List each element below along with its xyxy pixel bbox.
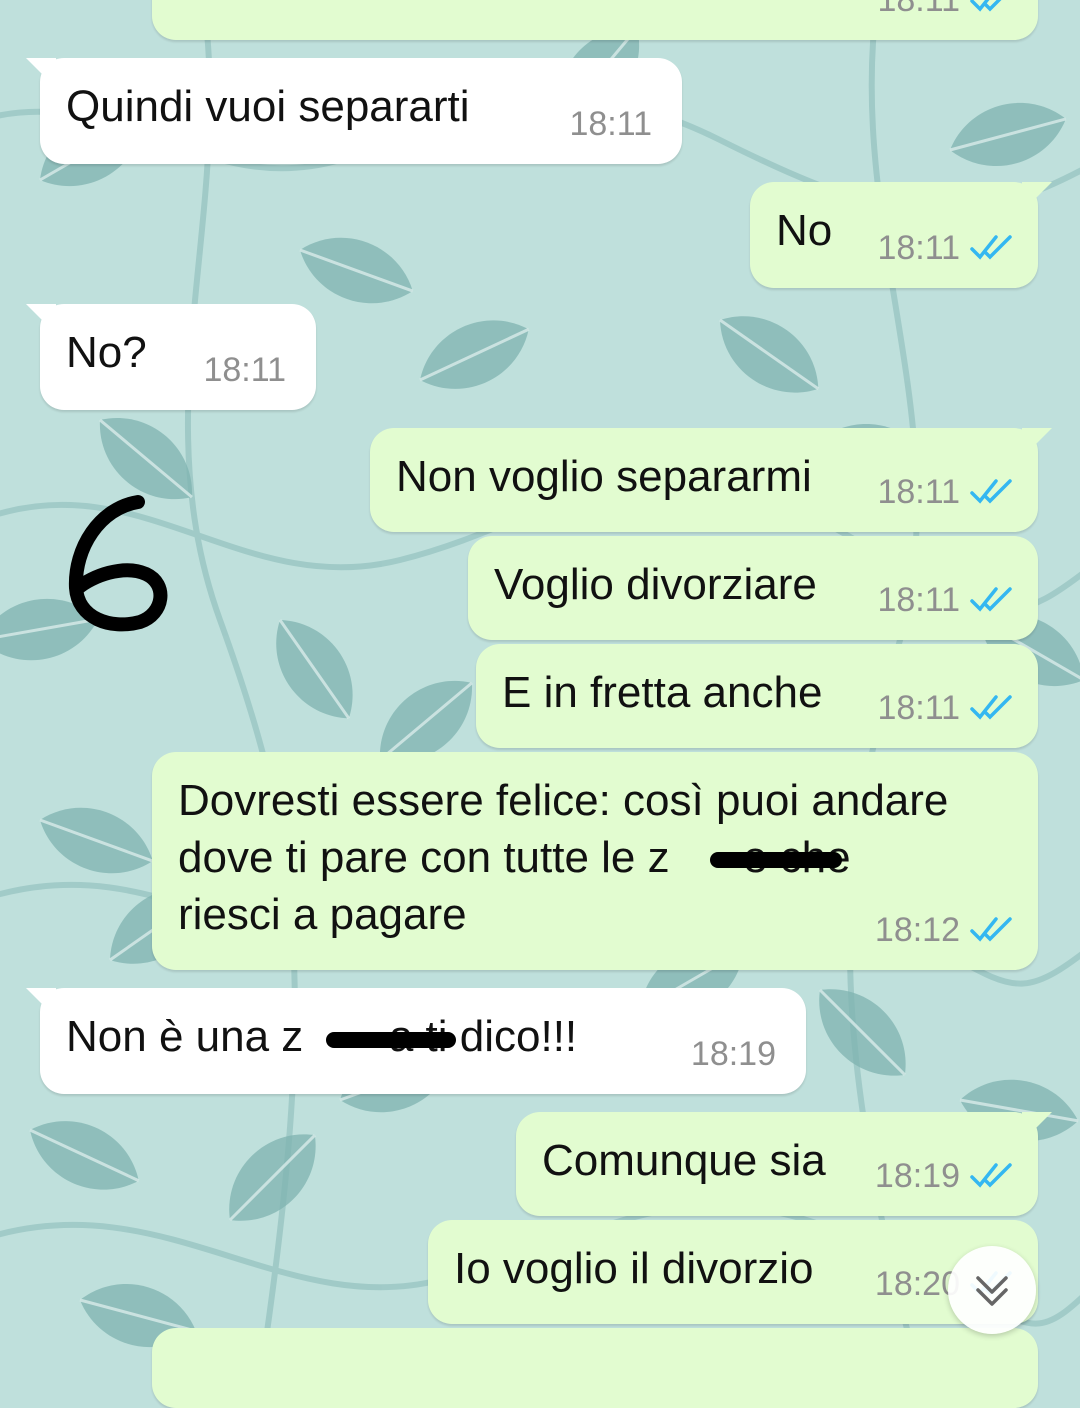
message-line: riesci a pagare xyxy=(178,890,467,939)
message-text: Voglio divorziare xyxy=(494,560,817,609)
message-time: 18:11 xyxy=(203,351,286,389)
message-time: 18:20 xyxy=(874,1265,960,1303)
message-time: 18:11 xyxy=(877,0,960,19)
message-text: Quindi vuoi separarti xyxy=(66,82,470,131)
read-ticks-icon xyxy=(970,917,1012,942)
message-time: 18:11 xyxy=(877,229,960,267)
message-time: 18:11 xyxy=(877,689,960,727)
read-ticks-icon xyxy=(970,235,1012,260)
scroll-to-bottom-button[interactable] xyxy=(948,1246,1036,1334)
message-bubble-outgoing[interactable]: Io voglio il divorzio 18:20 xyxy=(428,1220,1038,1324)
bubble-tail xyxy=(26,58,56,88)
redaction-scribble xyxy=(326,1032,456,1048)
message-bubble-outgoing-partial[interactable]: 18:11 xyxy=(152,0,1038,40)
message-bubble-incoming[interactable]: No? 18:11 xyxy=(26,304,316,410)
bubble-tail xyxy=(1022,182,1052,212)
message-line: Dovresti essere felice: così puoi andare xyxy=(178,776,949,825)
read-ticks-icon xyxy=(970,1163,1012,1188)
message-list[interactable]: 18:11 Quindi vuoi separarti 18:11 No 18:… xyxy=(0,0,1080,1408)
message-bubble-outgoing[interactable]: No 18:11 xyxy=(750,182,1052,288)
bubble-tail xyxy=(1022,428,1052,458)
redaction-scribble xyxy=(710,852,842,868)
message-text: E in fretta anche xyxy=(502,668,823,717)
message-text: No? xyxy=(66,328,147,377)
message-bubble-incoming[interactable]: Non è una z a ti dico!!! 18:19 xyxy=(26,988,806,1094)
message-time: 18:11 xyxy=(569,105,652,143)
message-text: No xyxy=(776,206,833,255)
message-bubble-outgoing[interactable]: Comunque sia 18:19 xyxy=(516,1112,1052,1216)
message-text: Io voglio il divorzio xyxy=(454,1244,814,1293)
read-ticks-icon xyxy=(970,695,1012,720)
bubble-tail xyxy=(1022,1112,1052,1142)
message-text: Comunque sia xyxy=(542,1136,826,1185)
read-ticks-icon xyxy=(970,479,1012,504)
message-text: Non è una z a ti dico!!! xyxy=(66,1012,578,1061)
message-bubble-outgoing[interactable]: Voglio divorziare 18:11 xyxy=(468,536,1038,640)
message-time: 18:12 xyxy=(874,911,960,949)
message-bubble-outgoing[interactable]: Dovresti essere felice: così puoi andare… xyxy=(152,752,1038,970)
message-text: Non voglio separarmi xyxy=(396,452,812,501)
read-ticks-icon xyxy=(970,587,1012,612)
message-time: 18:19 xyxy=(690,1035,776,1073)
message-time: 18:19 xyxy=(874,1157,960,1195)
message-bubble-outgoing[interactable]: E in fretta anche 18:11 xyxy=(476,644,1038,748)
message-bubble-outgoing[interactable]: Non voglio separarmi 18:11 xyxy=(370,428,1052,532)
read-ticks-icon xyxy=(970,0,1002,12)
message-time: 18:11 xyxy=(877,473,960,511)
handwritten-annotation: 6 xyxy=(68,495,168,632)
message-time: 18:11 xyxy=(877,581,960,619)
chevron-double-down-icon xyxy=(976,1276,1008,1306)
bubble-tail xyxy=(26,988,56,1018)
message-bubble-incoming[interactable]: Quindi vuoi separarti 18:11 xyxy=(26,58,682,164)
message-bubble-outgoing-partial[interactable] xyxy=(152,1328,1038,1408)
bubble-tail xyxy=(26,304,56,334)
